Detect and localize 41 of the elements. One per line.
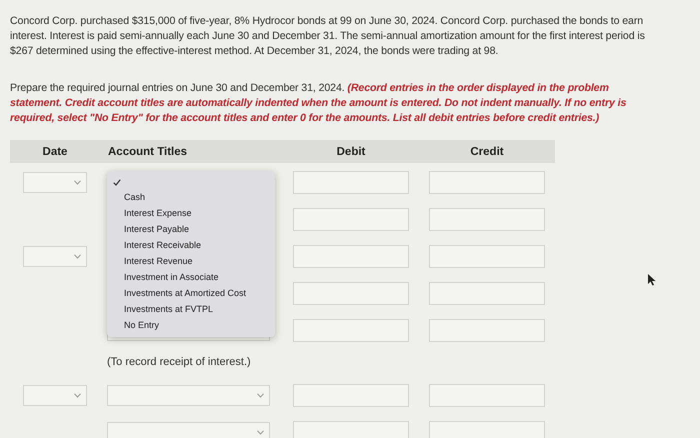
- debit-field[interactable]: [293, 245, 409, 268]
- instructions-text: Prepare the required journal entries on June 30 and December 31, 2024. (Record entries in the order displayed in the problem statement. Credit account titles are automatically indented when the amount is entered. Do not indent manually. If no entry is required, select "No Entry" for the account titles and enter 0 for the amounts. List all debit entries before credit entries.): [10, 81, 628, 126]
- account-select[interactable]: [107, 385, 270, 406]
- debit-field[interactable]: [293, 282, 409, 305]
- debit-field[interactable]: [293, 421, 409, 438]
- menu-option[interactable]: Investments at Amortized Cost: [107, 285, 275, 301]
- menu-option[interactable]: Interest Receivable: [107, 237, 275, 253]
- column-header: Account Titles: [107, 146, 188, 158]
- caret-icon: [257, 393, 264, 398]
- caret-icon: [74, 254, 81, 259]
- debit-field[interactable]: [293, 319, 409, 342]
- menu-option[interactable]: Cash: [107, 189, 275, 205]
- date-select[interactable]: [23, 385, 87, 406]
- menu-option[interactable]: Interest Payable: [107, 221, 275, 237]
- mouse-pointer-icon: [648, 274, 656, 286]
- credit-field[interactable]: [429, 282, 545, 305]
- account-select[interactable]: [107, 422, 270, 438]
- debit-field[interactable]: [293, 171, 409, 194]
- credit-field[interactable]: [429, 384, 545, 407]
- caret-icon: [74, 393, 81, 398]
- menu-option[interactable]: Investment in Associate: [107, 269, 275, 285]
- menu-option[interactable]: Interest Expense: [107, 205, 275, 221]
- column-header: Date: [42, 146, 68, 158]
- menu-option[interactable]: No Entry: [107, 317, 275, 333]
- credit-field[interactable]: [429, 245, 545, 268]
- problem-text: Concord Corp. purchased $315,000 of five-year, 8% Hydrocor bonds at 99 on June 30, 2024. Concord Corp. purchased the bonds to earn interest. Interest is paid semi-annually each June 30 and December 31. The semi-annual amortization amount for the first interest period is $267 determined using the effective-interest method. At December 31, 2024, the bonds were trading at 98.: [10, 14, 646, 59]
- entry-note: (To record receipt of interest.): [107, 356, 251, 368]
- menu-option[interactable]: Interest Revenue: [107, 253, 275, 269]
- credit-field[interactable]: [429, 421, 545, 438]
- credit-field[interactable]: [429, 171, 545, 194]
- caret-icon: [74, 180, 81, 185]
- debit-field[interactable]: [293, 384, 409, 407]
- column-header: Credit: [469, 146, 505, 158]
- credit-field[interactable]: [429, 319, 545, 342]
- date-select[interactable]: [23, 246, 87, 267]
- column-header: Debit: [336, 146, 366, 158]
- credit-field[interactable]: [429, 208, 545, 231]
- debit-field[interactable]: [293, 208, 409, 231]
- date-select[interactable]: [23, 172, 87, 193]
- menu-option[interactable]: Investments at FVTPL: [107, 301, 275, 317]
- caret-icon: [257, 430, 264, 435]
